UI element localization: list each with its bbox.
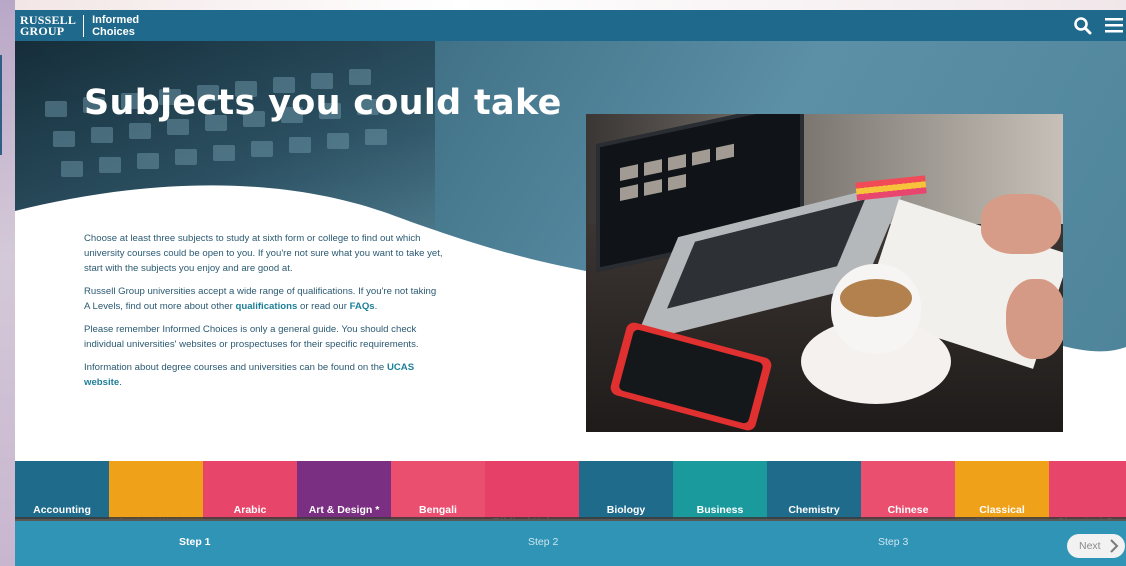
subject-tile[interactable]: Chemistry <box>767 461 861 519</box>
subject-tile[interactable]: Accounting <box>15 461 109 519</box>
intro-p4-text-b: . <box>119 377 122 388</box>
next-button[interactable]: Next <box>1067 534 1125 558</box>
subject-tile-label: Art & Design * <box>308 504 380 516</box>
step-2[interactable]: Step 2 <box>528 536 558 548</box>
intro-paragraph-4: Information about degree courses and uni… <box>84 360 444 390</box>
subject-tile-label: Chemistry <box>788 504 840 516</box>
site-logo[interactable]: RUSSELL GROUP Informed Choices <box>20 14 139 38</box>
informed-choices-wordmark: Informed Choices <box>92 14 139 38</box>
photo-hand-resting <box>1006 279 1063 359</box>
hero-section: Subjects you could take Choose at least … <box>15 41 1126 461</box>
subject-tile[interactable]: Chinese <box>861 461 955 519</box>
subject-tile-label: Biology <box>606 504 646 516</box>
qualifications-link[interactable]: qualifications <box>235 301 297 312</box>
subject-tile[interactable]: Art & Design * <box>297 461 391 519</box>
next-button-label: Next <box>1079 540 1101 552</box>
subject-tile-label: Bengali <box>419 504 457 516</box>
step-1[interactable]: Step 1 <box>179 536 211 548</box>
search-button[interactable] <box>1073 16 1093 36</box>
site-header: RUSSELL GROUP Informed Choices <box>15 10 1126 41</box>
intro-paragraph-1: Choose at least three subjects to study … <box>84 233 443 274</box>
subject-tile[interactable]: Business <box>673 461 767 519</box>
subject-tile[interactable]: Biology <box>579 461 673 519</box>
subject-tile[interactable]: Ancient History <box>109 461 203 519</box>
menu-button[interactable] <box>1104 16 1124 34</box>
photo-hand-writing <box>981 194 1061 254</box>
subject-tile[interactable]: Classical Civilisation <box>955 461 1049 519</box>
intro-p2-text-c: . <box>374 301 378 312</box>
chevron-right-icon <box>1110 539 1119 553</box>
logo-line-2: GROUP <box>20 24 65 38</box>
page-title: Subjects you could take <box>84 83 562 123</box>
background-strip <box>0 0 15 566</box>
logo-divider <box>83 15 85 37</box>
subject-tile-label: Accounting <box>33 504 91 516</box>
product-line-2: Choices <box>92 26 135 38</box>
faqs-link[interactable]: FAQs <box>350 301 375 312</box>
step-navigation: Step 1 Step 2 Step 3 Next <box>15 521 1126 566</box>
subject-tile[interactable]: Arabic <box>203 461 297 519</box>
intro-paragraph-3: Please remember Informed Choices is only… <box>84 324 419 350</box>
intro-paragraph-2: Russell Group universities accept a wide… <box>84 284 444 314</box>
subject-tiles: Accounting Ancient History Arabic Art & Des… <box>15 461 1126 519</box>
subject-tile-label: Arabic <box>233 504 267 516</box>
russell-group-wordmark: RUSSELL GROUP <box>20 14 76 38</box>
subject-tile[interactable]: Classical Greek <box>1049 461 1126 519</box>
hamburger-menu-icon <box>1105 18 1123 33</box>
subject-tile-label: Chinese <box>887 504 929 516</box>
search-icon <box>1074 17 1092 35</box>
subject-tile[interactable]: Biblical Hebrew <box>485 461 579 519</box>
step-3[interactable]: Step 3 <box>878 536 908 548</box>
subject-tile[interactable]: Bengali <box>391 461 485 519</box>
photo-coffee <box>840 279 912 317</box>
intro-p4-text-a: Information about degree courses and uni… <box>84 362 387 373</box>
intro-text: Choose at least three subjects to study … <box>84 231 444 398</box>
intro-p2-text-b: or read our <box>297 301 350 312</box>
background-top <box>15 0 1126 10</box>
background-accent <box>0 55 2 155</box>
page: RUSSELL GROUP Informed Choices Subjects … <box>15 10 1126 566</box>
subject-tile-label: Business <box>696 504 744 516</box>
hero-photo <box>586 114 1063 432</box>
product-line-1: Informed <box>92 14 140 26</box>
